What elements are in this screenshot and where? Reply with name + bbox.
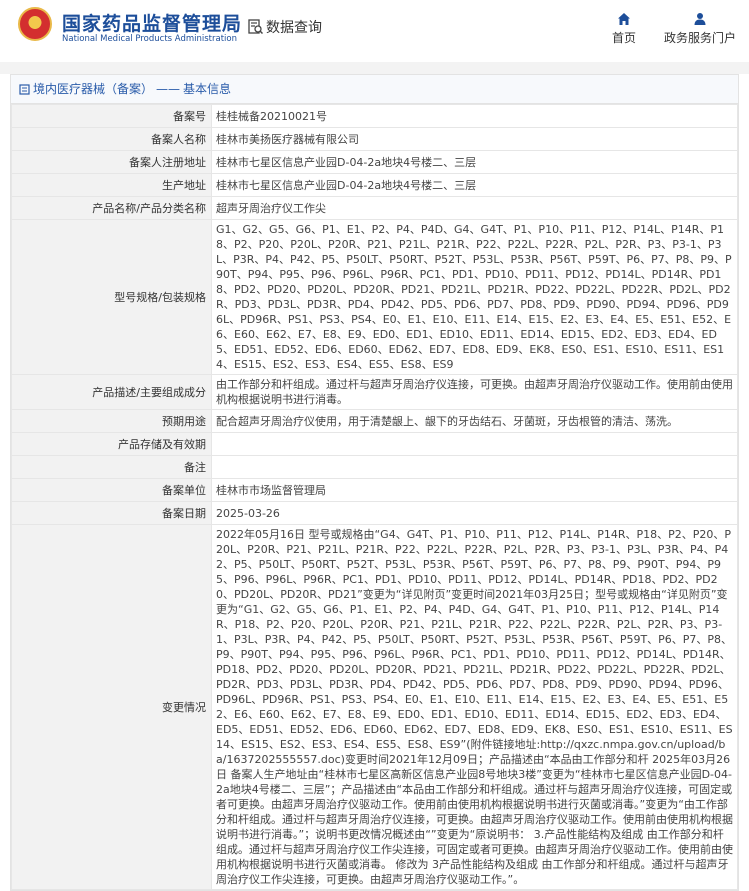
field-value: 桂林市美扬医疗器械有限公司 bbox=[211, 127, 738, 151]
field-label: 备案日期 bbox=[11, 501, 212, 525]
document-search-icon bbox=[248, 19, 263, 35]
nav-home[interactable]: 首页 bbox=[606, 12, 642, 46]
top-header: 国家药品监督管理局 National Medical Products Admi… bbox=[0, 0, 749, 62]
document-icon bbox=[19, 83, 30, 95]
nav-gov-portal[interactable]: 政务服务门户 bbox=[660, 12, 740, 46]
table-row: 备案号 桂桂械备20210021号 bbox=[11, 104, 738, 128]
nav-home-label: 首页 bbox=[611, 31, 636, 45]
table-row: 产品名称/产品分类名称 超声牙周治疗仪工作尖 bbox=[11, 196, 738, 220]
field-label: 生产地址 bbox=[11, 173, 212, 197]
nav-gov-label: 政务服务门户 bbox=[663, 31, 736, 45]
org-name-en[interactable]: National Medical Products Administration bbox=[62, 34, 237, 44]
field-value bbox=[211, 455, 738, 479]
info-panel: 境内医疗器械（备案） —— 基本信息 备案号 桂桂械备20210021号 备案人名称… bbox=[10, 74, 739, 891]
field-value: 2022年05月16日 型号或规格由“G4、G4T、P1、P10、P11、P12… bbox=[211, 524, 738, 890]
record-table: 备案号 桂桂械备20210021号 备案人名称 桂林市美扬医疗器械有限公司 备案人注册地… bbox=[11, 104, 738, 890]
table-row: 预期用途 配合超声牙周治疗仪使用，用于清楚龈上、龈下的牙齿结石、牙菌斑，牙齿根管的… bbox=[11, 409, 738, 433]
table-row: 生产地址 桂林市七星区信息产业园D-04-2a地块4号楼二、三层 bbox=[11, 173, 738, 197]
breadcrumb-category[interactable]: 境内医疗器械（备案） bbox=[33, 75, 153, 103]
header-divider bbox=[0, 62, 749, 74]
org-name-cn[interactable]: 国家药品监督管理局 bbox=[62, 9, 242, 36]
field-value: G1、G2、G5、G6、P1、E1、P2、P4、P4D、G4、G4T、P1、P1… bbox=[211, 219, 738, 375]
field-value: 桂林市七星区信息产业园D-04-2a地块4号楼二、三层 bbox=[211, 173, 738, 197]
field-label: 变更情况 bbox=[11, 524, 212, 890]
nmpa-emblem-icon[interactable] bbox=[18, 7, 52, 41]
field-label: 备案号 bbox=[11, 104, 212, 128]
breadcrumb-separator: —— bbox=[156, 82, 181, 96]
field-value: 超声牙周治疗仪工作尖 bbox=[211, 196, 738, 220]
data-query-link[interactable]: 数据查询 bbox=[248, 17, 322, 37]
field-label: 产品名称/产品分类名称 bbox=[11, 196, 212, 220]
table-row: 型号规格/包装规格 G1、G2、G5、G6、P1、E1、P2、P4、P4D、G4、… bbox=[11, 219, 738, 375]
field-label: 备注 bbox=[11, 455, 212, 479]
field-label: 备案人名称 bbox=[11, 127, 212, 151]
user-icon bbox=[694, 13, 706, 25]
panel-breadcrumb: 境内医疗器械（备案） —— 基本信息 bbox=[11, 75, 738, 104]
field-value: 2025-03-26 bbox=[211, 501, 738, 525]
table-row: 备案人名称 桂林市美扬医疗器械有限公司 bbox=[11, 127, 738, 151]
field-value: 桂林市七星区信息产业园D-04-2a地块4号楼二、三层 bbox=[211, 150, 738, 174]
breadcrumb-section: 基本信息 bbox=[183, 82, 232, 96]
table-row: 备注 bbox=[11, 455, 738, 479]
field-label: 备案单位 bbox=[11, 478, 212, 502]
field-value: 桂桂械备20210021号 bbox=[211, 104, 738, 128]
table-row: 备案单位 桂林市市场监督管理局 bbox=[11, 478, 738, 502]
table-row: 备案日期 2025-03-26 bbox=[11, 501, 738, 525]
field-label: 产品存储及有效期 bbox=[11, 432, 212, 456]
table-row: 备案人注册地址 桂林市七星区信息产业园D-04-2a地块4号楼二、三层 bbox=[11, 150, 738, 174]
field-label: 预期用途 bbox=[11, 409, 212, 433]
home-icon bbox=[618, 13, 630, 25]
field-value: 桂林市市场监督管理局 bbox=[211, 478, 738, 502]
field-value bbox=[211, 432, 738, 456]
field-label: 产品描述/主要组成成分 bbox=[11, 374, 212, 410]
field-label: 型号规格/包装规格 bbox=[11, 219, 212, 375]
table-row: 变更情况 2022年05月16日 型号或规格由“G4、G4T、P1、P10、P11… bbox=[11, 524, 738, 890]
table-row: 产品存储及有效期 bbox=[11, 432, 738, 456]
field-label: 备案人注册地址 bbox=[11, 150, 212, 174]
field-value: 配合超声牙周治疗仪使用，用于清楚龈上、龈下的牙齿结石、牙菌斑，牙齿根管的清洁、荡… bbox=[211, 409, 738, 433]
field-value: 由工作部分和杆组成。通过杆与超声牙周治疗仪连接，可更换。由超声牙周治疗仪驱动工作… bbox=[211, 374, 738, 410]
table-row: 产品描述/主要组成成分 由工作部分和杆组成。通过杆与超声牙周治疗仪连接，可更换。由… bbox=[11, 374, 738, 410]
data-query-label: 数据查询 bbox=[266, 20, 322, 36]
